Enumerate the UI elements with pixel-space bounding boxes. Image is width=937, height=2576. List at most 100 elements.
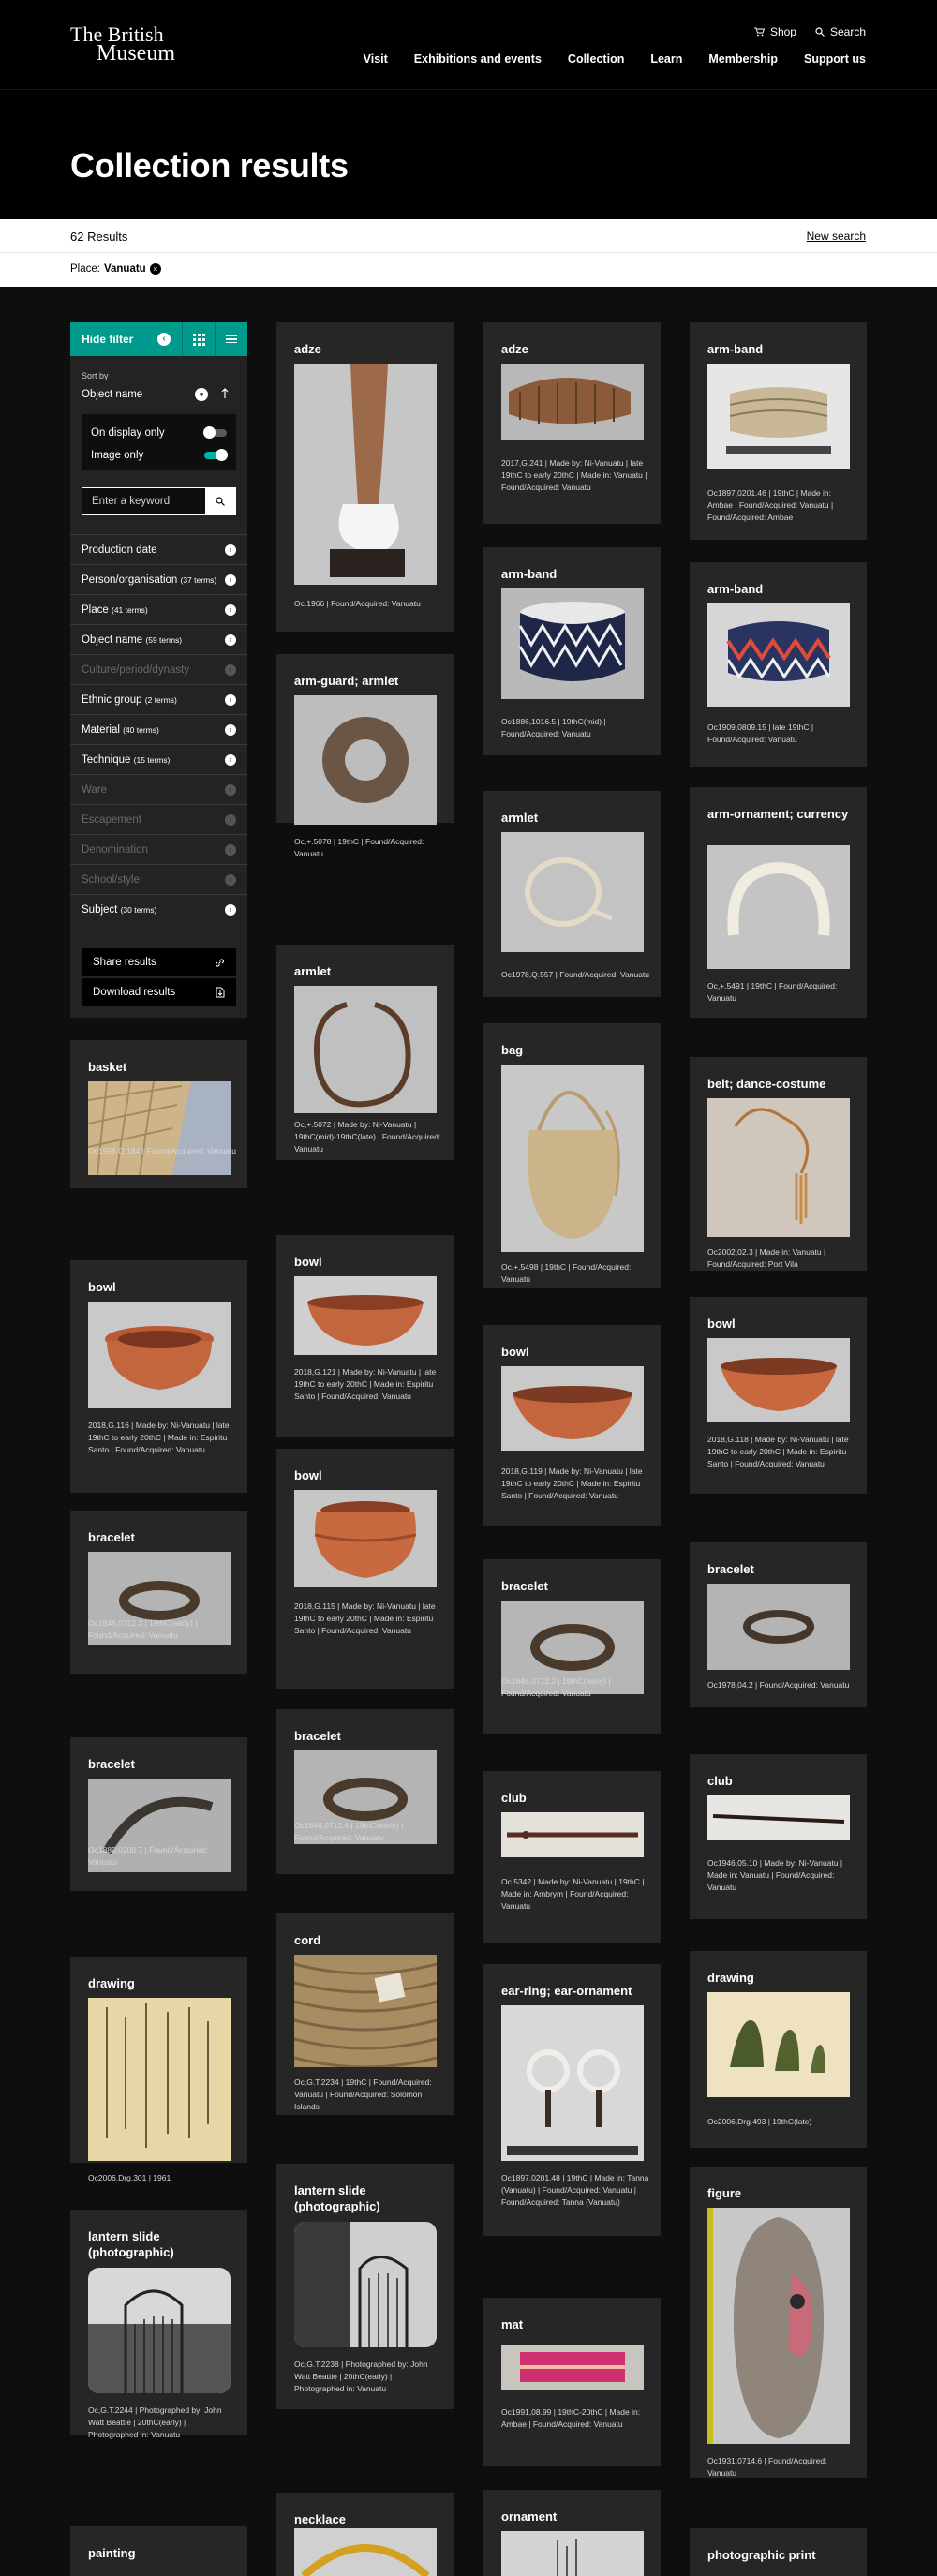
result-card[interactable]: bowl 2018,G.116 | Made by: Ni-Vanuatu | … [70,1260,247,1493]
card-title: necklace [294,2512,346,2526]
result-card[interactable]: bowl 2018,G.119 | Made by: Ni-Vanuatu | … [483,1325,661,1526]
sort-direction-button[interactable] [221,388,229,402]
on-display-toggle-row[interactable]: On display only [91,426,227,439]
card-title: photographic print [707,2548,816,2562]
image-only-toggle-row[interactable]: Image only [91,449,228,461]
result-card[interactable]: painting [70,2526,247,2576]
result-card[interactable]: ornament [483,2490,661,2576]
share-results-button[interactable]: Share results [82,948,236,976]
result-card[interactable]: club Oc1946,05.10 | Made by: Ni-Vanuatu … [690,1754,867,1919]
new-search-link[interactable]: New search [807,230,866,243]
nav-visit[interactable]: Visit [364,52,388,66]
sort-select[interactable]: Object name ▾ [82,384,208,405]
card-title: basket [88,1060,127,1074]
facet-name: Production date [82,543,157,556]
result-card[interactable]: bag Oc,+.5498 | 19thC | Found/Acquired: … [483,1023,661,1288]
nav-membership[interactable]: Membership [708,52,778,66]
card-title: bracelet [707,1562,754,1576]
result-card[interactable]: basket Oc1998,Q.184 | Found/Acquired: Va… [70,1040,247,1188]
facet-person-organisation[interactable]: Person/organisation (37 terms) › [70,564,247,594]
facet-label: Denomination [82,844,148,856]
result-card[interactable]: adze 2017,G.241 | Made by: Ni-Vanuatu | … [483,322,661,524]
list-view-button[interactable] [215,322,247,356]
british-museum-logo[interactable]: The British Museum [70,24,175,66]
result-card[interactable]: belt; dance-costume Oc2002,02.3 | Made i… [690,1057,867,1271]
result-card[interactable]: bracelet Oc1846,0712.4 | 19thC(early) | … [276,1709,454,1874]
download-results-button[interactable]: Download results [82,978,236,1006]
result-card[interactable]: drawing Oc2006,Drg.301 | 1961 [70,1957,247,2182]
result-card[interactable]: arm-band Oc1909,0809.15 | late 19thC | F… [690,562,867,767]
card-description: 2018,G.121 | Made by: Ni-Vanuatu | late … [294,1367,437,1401]
result-card[interactable]: lantern slide (photographic) Oc,G.T.2238… [276,2164,454,2409]
facet-label: Escapement [82,814,141,826]
card-description: 2018,G.118 | Made by: Ni-Vanuatu | late … [707,1435,849,1468]
result-card[interactable]: club Oc.5342 | Made by: Ni-Vanuatu | 19t… [483,1771,661,1943]
facet-count: (30 terms) [120,904,157,915]
card-title: figure [707,2186,742,2200]
facet-name: Culture/period/dynasty [82,663,190,676]
nav-support-us[interactable]: Support us [804,52,866,66]
facet-subject[interactable]: Subject (30 terms) › [70,894,247,924]
card-title: club [707,1774,733,1788]
card-title: arm-band [707,582,764,596]
keyword-input[interactable] [82,488,205,514]
result-card[interactable]: bowl 2018,G.115 | Made by: Ni-Vanuatu | … [276,1449,454,1689]
nav-exhibitions[interactable]: Exhibitions and events [414,52,542,66]
result-card[interactable]: armlet Oc,+.5072 | Made by: Ni-Vanuatu |… [276,945,454,1160]
result-card[interactable]: armlet Oc1978,Q.557 | Found/Acquired: Va… [483,791,661,997]
card-title: adze [294,342,321,356]
result-card[interactable]: cord Oc,G.T.2234 | 19thC | Found/Acquire… [276,1913,454,2115]
result-card[interactable]: bracelet Oc1846,0712.2 | 19thC(early) | … [483,1559,661,1734]
result-card[interactable]: bracelet Oc1889,0208.7 | Found/Acquired:… [70,1737,247,1891]
result-card[interactable]: arm-ornament; currency Oc,+.5491 | 19thC… [690,787,867,1018]
grid-view-button[interactable] [182,322,215,356]
keyword-search-button[interactable] [205,488,235,514]
object-image [294,695,437,825]
facet-name: Object name [82,633,143,646]
search-link[interactable]: Search [815,25,866,38]
result-card[interactable]: ear-ring; ear-ornament Oc1897,0201.48 | … [483,1964,661,2236]
image-only-switch[interactable] [204,449,228,461]
card-description: 2018,G.116 | Made by: Ni-Vanuatu | late … [88,1421,230,1454]
result-card[interactable]: bracelet Oc1978,04.2 | Found/Acquired: V… [690,1542,867,1707]
result-card[interactable]: bowl 2018,G.121 | Made by: Ni-Vanuatu | … [276,1235,454,1437]
card-description: Oc1897,0201.46 | 19thC | Made in: Ambae … [707,488,834,522]
facet-escapement: Escapement › [70,804,247,834]
nav-learn[interactable]: Learn [650,52,682,66]
result-card[interactable]: arm-band Oc1897,0201.46 | 19thC | Made i… [690,322,867,540]
filter-chip-place[interactable]: Place: Vanuatu × [70,263,161,275]
facet-production-date[interactable]: Production date › [70,534,247,564]
result-card[interactable]: mat Oc1991,08.99 | 19thC-20thC | Made in… [483,2298,661,2466]
result-card[interactable]: bracelet Oc1846,0712.3 | 19thC(early) | … [70,1511,247,1674]
nav-collection[interactable]: Collection [568,52,624,66]
result-card[interactable]: necklace [276,2493,454,2576]
facet-count: (2 terms) [144,694,177,705]
hide-filter-button[interactable]: Hide filter ‹ [70,322,182,356]
result-card[interactable]: lantern slide (photographic) Oc,G.T.2244… [70,2210,247,2439]
result-card[interactable]: arm-band Oc1886,1016.5 | 19thC(mid) | Fo… [483,547,661,755]
facet-label: Ware [82,784,107,796]
result-card[interactable]: figure Oc1931,0714.6 | Found/Acquired: V… [690,2167,867,2478]
card-description: Oc,G.T.2238 | Photographed by: John Watt… [294,2360,428,2393]
card-description: Oc1946,05.10 | Made by: Ni-Vanuatu | Mad… [707,1858,843,1892]
object-image [294,1955,437,2067]
facet-technique[interactable]: Technique (15 terms) › [70,744,247,774]
facet-name: Escapement [82,813,141,826]
result-card[interactable]: photographic print [690,2528,867,2576]
facet-ethnic-group[interactable]: Ethnic group (2 terms) › [70,684,247,714]
result-card[interactable]: bowl 2018,G.118 | Made by: Ni-Vanuatu | … [690,1297,867,1494]
remove-filter-icon[interactable]: × [149,263,161,275]
card-description: Oc1978,04.2 | Found/Acquired: Vanuatu [707,1680,850,1690]
facet-material[interactable]: Material (40 terms) › [70,714,247,744]
facet-object-name[interactable]: Object name (59 terms) › [70,624,247,654]
result-card[interactable]: drawing Oc2006,Drg.493 | 19thC(late) [690,1951,867,2148]
shop-link[interactable]: Shop [753,25,796,38]
card-description: Oc1889,0208.7 | Found/Acquired: Vanuatu [88,1845,208,1867]
result-card[interactable]: arm-guard; armlet Oc,+.5078 | 19thC | Fo… [276,654,454,858]
result-card[interactable]: adze Oc.1966 | Found/Acquired: Vanuatu [276,322,454,632]
card-description: Oc1998,Q.184 | Found/Acquired: Vanuatu [88,1146,236,1155]
card-description: Oc1846,0712.4 | 19thC(early) | Found/Acq… [294,1821,404,1842]
on-display-switch[interactable] [203,426,227,439]
facet-place[interactable]: Place (41 terms) › [70,594,247,624]
card-title: arm-guard; armlet [294,674,399,688]
